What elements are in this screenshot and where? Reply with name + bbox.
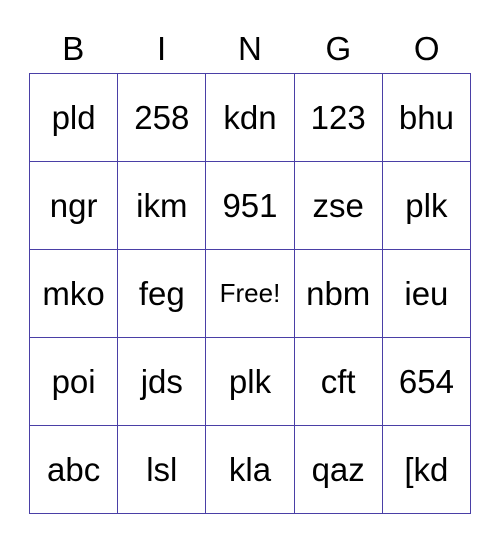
bingo-cell[interactable]: plk (206, 338, 295, 426)
header-letter-o: O (413, 30, 440, 67)
free-space-cell[interactable]: Free! (206, 250, 295, 338)
bingo-cell[interactable]: bhu (382, 74, 471, 162)
bingo-cell[interactable]: qaz (294, 426, 383, 514)
bingo-cell[interactable]: lsl (118, 426, 207, 514)
header-letter-b: B (62, 30, 85, 67)
bingo-header: B I N G O (29, 26, 471, 72)
bingo-cell[interactable]: 123 (294, 74, 383, 162)
bingo-board: pld 258 kdn 123 bhu ngr ikm 951 zse plk … (29, 73, 471, 514)
bingo-cell[interactable]: 951 (206, 162, 295, 250)
bingo-cell[interactable]: kla (206, 426, 295, 514)
bingo-cell[interactable]: ieu (382, 250, 471, 338)
bingo-cell[interactable]: feg (118, 250, 207, 338)
bingo-cell[interactable]: 654 (382, 338, 471, 426)
bingo-cell[interactable]: ngr (30, 162, 119, 250)
header-letter-i: I (157, 30, 167, 67)
bingo-cell[interactable]: ikm (118, 162, 207, 250)
bingo-cell[interactable]: cft (294, 338, 383, 426)
bingo-cell[interactable]: poi (30, 338, 119, 426)
bingo-cell[interactable]: pld (30, 74, 119, 162)
bingo-cell[interactable]: nbm (294, 250, 383, 338)
header-letter-n: N (238, 30, 262, 67)
bingo-cell[interactable]: abc (30, 426, 119, 514)
bingo-cell[interactable]: [kd (382, 426, 471, 514)
bingo-cell[interactable]: plk (382, 162, 471, 250)
bingo-cell[interactable]: mko (30, 250, 119, 338)
bingo-cell[interactable]: kdn (206, 74, 295, 162)
bingo-cell[interactable]: zse (294, 162, 383, 250)
header-letter-g: G (325, 30, 352, 67)
bingo-cell[interactable]: 258 (118, 74, 207, 162)
bingo-cell[interactable]: jds (118, 338, 207, 426)
